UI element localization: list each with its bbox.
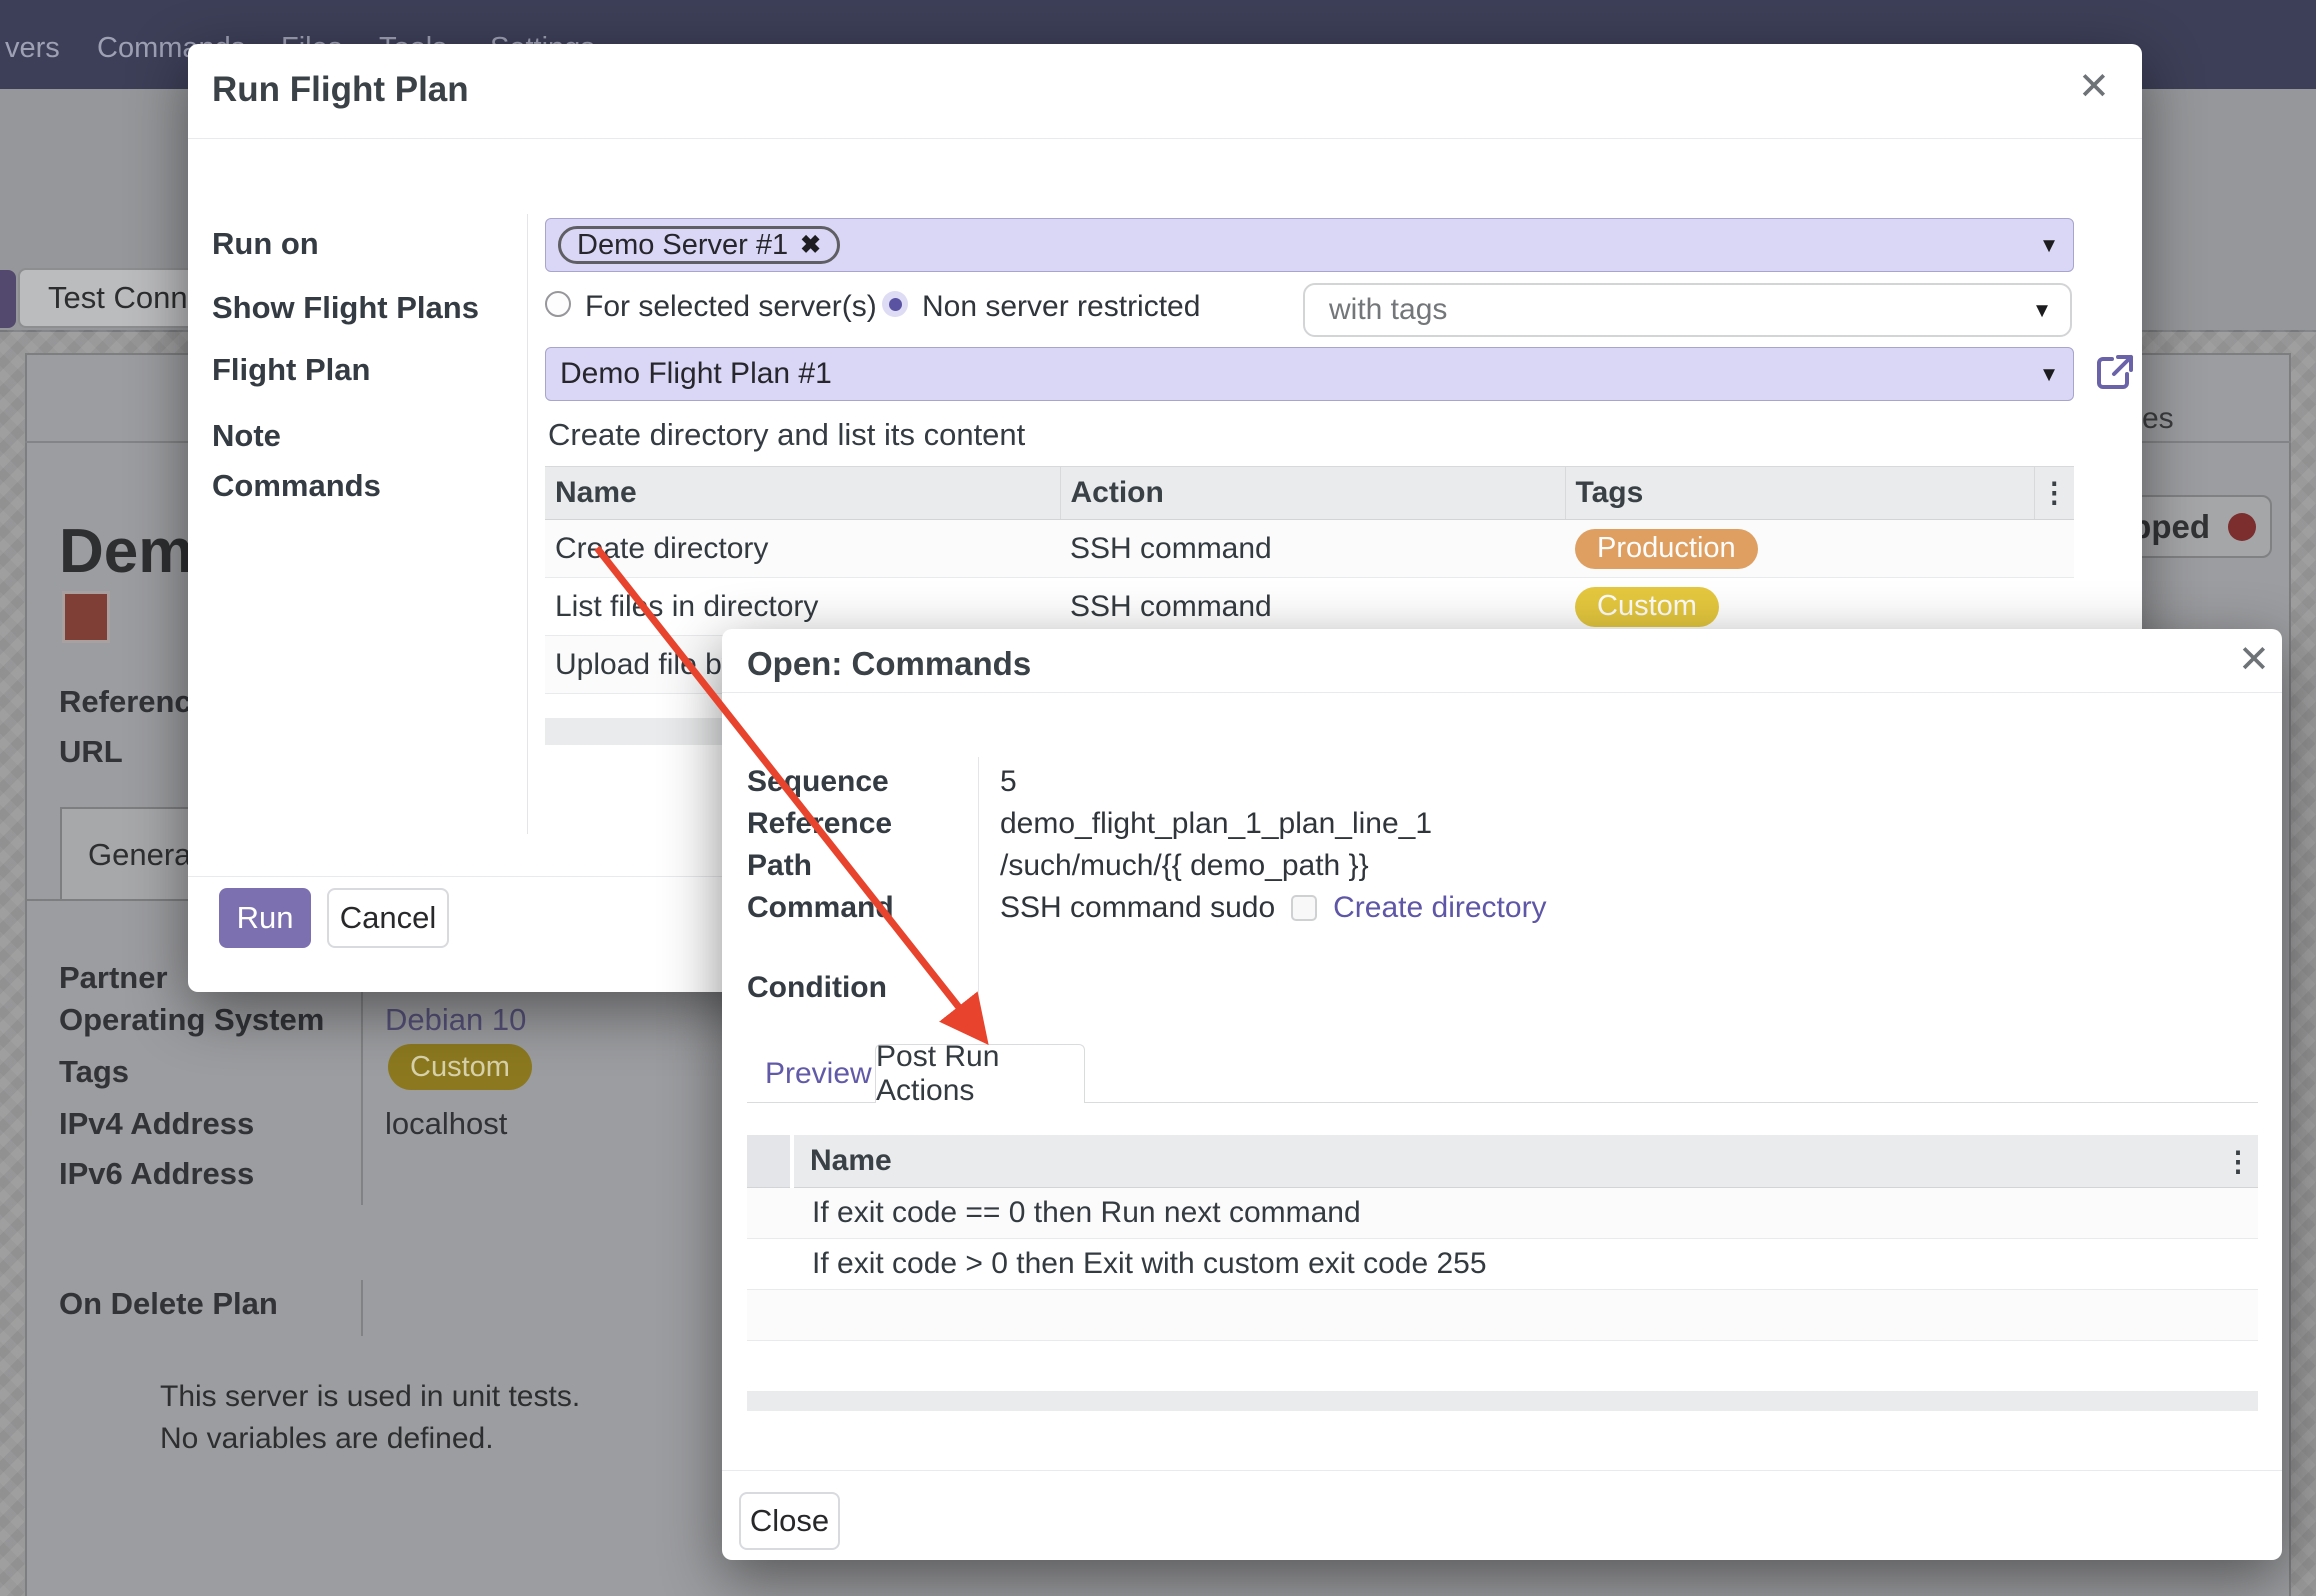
flight-plan-select[interactable]: Demo Flight Plan #1 ▾ (545, 347, 2074, 401)
table-footer-strip[interactable] (747, 1392, 2258, 1411)
tag-badge-production: Production (1575, 529, 1758, 569)
status-label: pped (2131, 508, 2210, 546)
kebab-icon[interactable]: ⋮ (2224, 1146, 2252, 1177)
post-run-actions-table: Name ⋮ If exit code == 0 then Run next c… (747, 1135, 2258, 1411)
modal-header-divider (722, 692, 2282, 693)
url-label: URL (59, 734, 123, 770)
col-tags[interactable]: Tags (1565, 467, 2034, 520)
reference-label: Reference (59, 684, 209, 720)
remove-tag-icon[interactable]: ✖ (800, 230, 821, 260)
command-value: SSH command sudo (1000, 891, 1275, 925)
table-row[interactable]: List files in directory SSH command Cust… (545, 578, 2074, 636)
path-value: /such/much/{{ demo_path }} (1000, 849, 1369, 883)
col-action[interactable]: Action (1060, 467, 1565, 520)
chevron-down-icon[interactable]: ▾ (2043, 360, 2055, 389)
run-button[interactable]: Run (219, 888, 311, 948)
create-directory-link[interactable]: Create directory (1333, 891, 1546, 925)
flight-plan-label: Flight Plan (212, 352, 370, 388)
close-icon[interactable]: ✕ (2078, 68, 2110, 106)
server-tag-label: Demo Server #1 (577, 229, 788, 262)
modal-header-divider (188, 138, 2142, 139)
plan-description: Create directory and list its content (548, 417, 1025, 453)
with-tags-placeholder: with tags (1329, 293, 1447, 327)
screen: vers Commands Files Tools Settings Test … (0, 0, 2316, 1596)
variables-note: No variables are defined. (160, 1422, 494, 1456)
commands-label: Commands (212, 468, 381, 504)
kebab-icon[interactable]: ⋮ (2040, 477, 2068, 508)
tab-post-run-actions[interactable]: Post Run Actions (875, 1044, 1085, 1103)
table-header-row: Name Action Tags ⋮ (545, 467, 2074, 520)
col-name[interactable]: Name (792, 1135, 2218, 1188)
command-value-row: SSH command sudo Create directory (1000, 891, 1547, 925)
open-commands-modal: Open: Commands ✕ Sequence 5 Reference de… (722, 629, 2282, 1560)
close-icon[interactable]: ✕ (2238, 641, 2270, 679)
sequence-label: Sequence (747, 765, 889, 799)
partner-label: Partner (59, 960, 168, 996)
external-link-icon[interactable] (2092, 350, 2138, 396)
server-tag-chip[interactable]: Demo Server #1 ✖ (558, 226, 840, 264)
condition-label: Condition (747, 971, 887, 1005)
ipv6-label: IPv6 Address (59, 1156, 254, 1192)
ipv4-label: IPv4 Address (59, 1106, 254, 1142)
radio-non-server-restricted[interactable] (882, 291, 908, 317)
create-directory-checkbox[interactable] (1291, 895, 1317, 921)
radio-for-selected-servers[interactable] (545, 291, 571, 317)
reference-label: Reference (747, 807, 892, 841)
tag-badge-custom: Custom (388, 1044, 532, 1090)
tab-preview[interactable]: Preview (765, 1057, 872, 1091)
modal-title: Open: Commands (747, 645, 1031, 683)
color-swatch[interactable] (62, 591, 110, 643)
run-on-multiselect[interactable]: Demo Server #1 ✖ ▾ (545, 218, 2074, 272)
ipv4-value: localhost (385, 1106, 507, 1142)
select-column-header[interactable] (747, 1135, 792, 1188)
table-row[interactable]: If exit code == 0 then Run next command (747, 1188, 2258, 1239)
tag-badge-custom: Custom (1575, 587, 1719, 627)
chevron-down-icon[interactable]: ▾ (2043, 231, 2055, 260)
field-divider (361, 1280, 363, 1336)
col-name[interactable]: Name (545, 467, 1060, 520)
close-button[interactable]: Close (739, 1492, 840, 1550)
flight-plan-value: Demo Flight Plan #1 (560, 357, 832, 391)
modal-footer-divider (722, 1470, 2282, 1471)
chevron-down-icon[interactable]: ▾ (2036, 296, 2048, 325)
radio-for-selected-label[interactable]: For selected server(s) (585, 290, 877, 324)
note-label: Note (212, 418, 281, 454)
unit-test-note: This server is used in unit tests. (160, 1380, 580, 1414)
status-dot-icon (2228, 513, 2256, 541)
sheet-tab-fragment[interactable]: es (2142, 402, 2174, 436)
nav-item-servers[interactable]: vers (5, 32, 60, 65)
os-value-link[interactable]: Debian 10 (385, 1002, 526, 1038)
show-flight-plans-label: Show Flight Plans (212, 290, 479, 326)
os-label: Operating System (59, 1002, 324, 1038)
modal-title: Run Flight Plan (212, 70, 469, 110)
table-header-row: Name ⋮ (747, 1135, 2258, 1188)
reference-value: demo_flight_plan_1_plan_line_1 (1000, 807, 1432, 841)
table-row[interactable]: If exit code > 0 then Exit with custom e… (747, 1239, 2258, 1290)
label-column-divider (978, 757, 979, 1009)
table-row-empty[interactable] (747, 1341, 2258, 1392)
hidden-primary-button-fragment[interactable] (0, 270, 16, 328)
radio-selected-dot (889, 298, 902, 311)
run-on-label: Run on (212, 226, 319, 262)
with-tags-dropdown[interactable]: with tags ▾ (1303, 283, 2072, 337)
on-delete-plan-label: On Delete Plan (59, 1286, 278, 1322)
radio-non-restricted-label[interactable]: Non server restricted (922, 290, 1200, 324)
label-column-divider (527, 214, 528, 834)
tags-label: Tags (59, 1054, 129, 1090)
command-label: Command (747, 891, 894, 925)
cancel-button[interactable]: Cancel (327, 888, 449, 948)
table-row[interactable]: Create directory SSH command Production (545, 520, 2074, 578)
table-row-empty[interactable] (747, 1290, 2258, 1341)
sequence-value: 5 (1000, 765, 1017, 799)
path-label: Path (747, 849, 812, 883)
